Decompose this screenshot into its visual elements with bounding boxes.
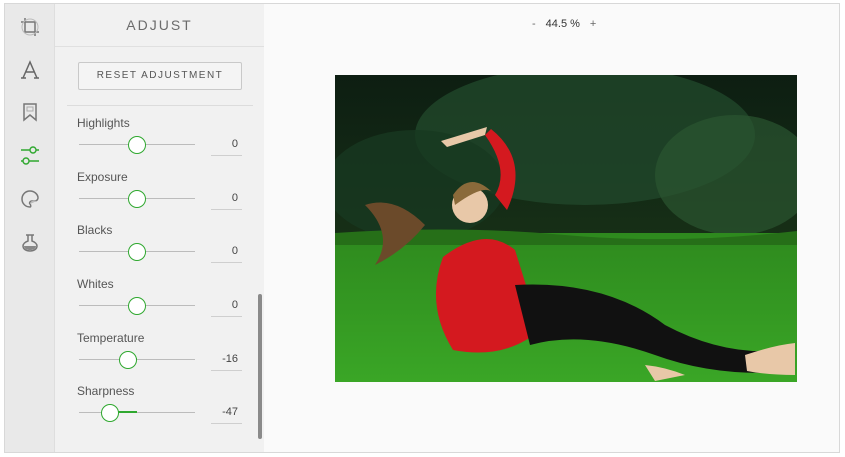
- editor-window: ADJUST RESET ADJUSTMENT Highlights 0 Exp…: [4, 3, 840, 453]
- slider-thumb[interactable]: [128, 297, 146, 315]
- slider-thumb[interactable]: [118, 351, 137, 369]
- crop-icon[interactable]: [17, 14, 43, 40]
- slider-value[interactable]: 0: [211, 188, 242, 210]
- panel-scrollbar[interactable]: [258, 294, 262, 439]
- image-canvas: - 44.5 % +: [264, 4, 839, 452]
- divider: [67, 105, 253, 106]
- slider-value[interactable]: 0: [211, 295, 242, 317]
- slider-value[interactable]: 0: [211, 134, 242, 156]
- slider-label: Exposure: [77, 170, 128, 184]
- tool-sidebar: [5, 4, 55, 452]
- zoom-level: 44.5 %: [545, 18, 580, 30]
- slider-sharpness: Sharpness -47: [77, 384, 243, 426]
- adjust-panel: ADJUST RESET ADJUSTMENT Highlights 0 Exp…: [55, 4, 264, 452]
- slider-exposure: Exposure 0: [77, 170, 243, 212]
- slider-track[interactable]: [79, 412, 195, 413]
- slider-value[interactable]: -16: [211, 349, 242, 371]
- zoom-control: - 44.5 % +: [532, 18, 596, 30]
- panel-title: ADJUST: [55, 4, 264, 47]
- reset-adjustment-button[interactable]: RESET ADJUSTMENT: [78, 62, 242, 90]
- slider-label: Whites: [77, 277, 114, 291]
- slider-value[interactable]: 0: [211, 241, 242, 263]
- adjust-sliders-icon[interactable]: [17, 143, 43, 169]
- text-icon[interactable]: [17, 57, 43, 83]
- slider-label: Sharpness: [77, 384, 135, 398]
- slider-highlights: Highlights 0: [77, 116, 243, 158]
- slider-whites: Whites 0: [77, 277, 243, 319]
- zoom-out-button[interactable]: -: [532, 18, 536, 30]
- slider-thumb[interactable]: [128, 136, 146, 154]
- slider-value[interactable]: -47: [211, 402, 242, 424]
- photo-preview[interactable]: [335, 75, 797, 382]
- slider-label: Temperature: [77, 331, 145, 345]
- slider-label: Highlights: [77, 116, 130, 130]
- slider-blacks: Blacks 0: [77, 223, 243, 265]
- slider-thumb[interactable]: [128, 190, 146, 208]
- slider-temperature: Temperature -16: [77, 331, 243, 373]
- bookmark-icon[interactable]: [17, 99, 43, 125]
- slider-thumb[interactable]: [100, 404, 119, 422]
- slider-track[interactable]: [79, 359, 195, 360]
- zoom-in-button[interactable]: +: [590, 18, 596, 30]
- slider-thumb[interactable]: [128, 243, 146, 261]
- photo-illustration: [335, 75, 797, 382]
- flask-icon[interactable]: [17, 230, 43, 256]
- slider-label: Blacks: [77, 223, 113, 237]
- palette-icon[interactable]: [17, 186, 43, 212]
